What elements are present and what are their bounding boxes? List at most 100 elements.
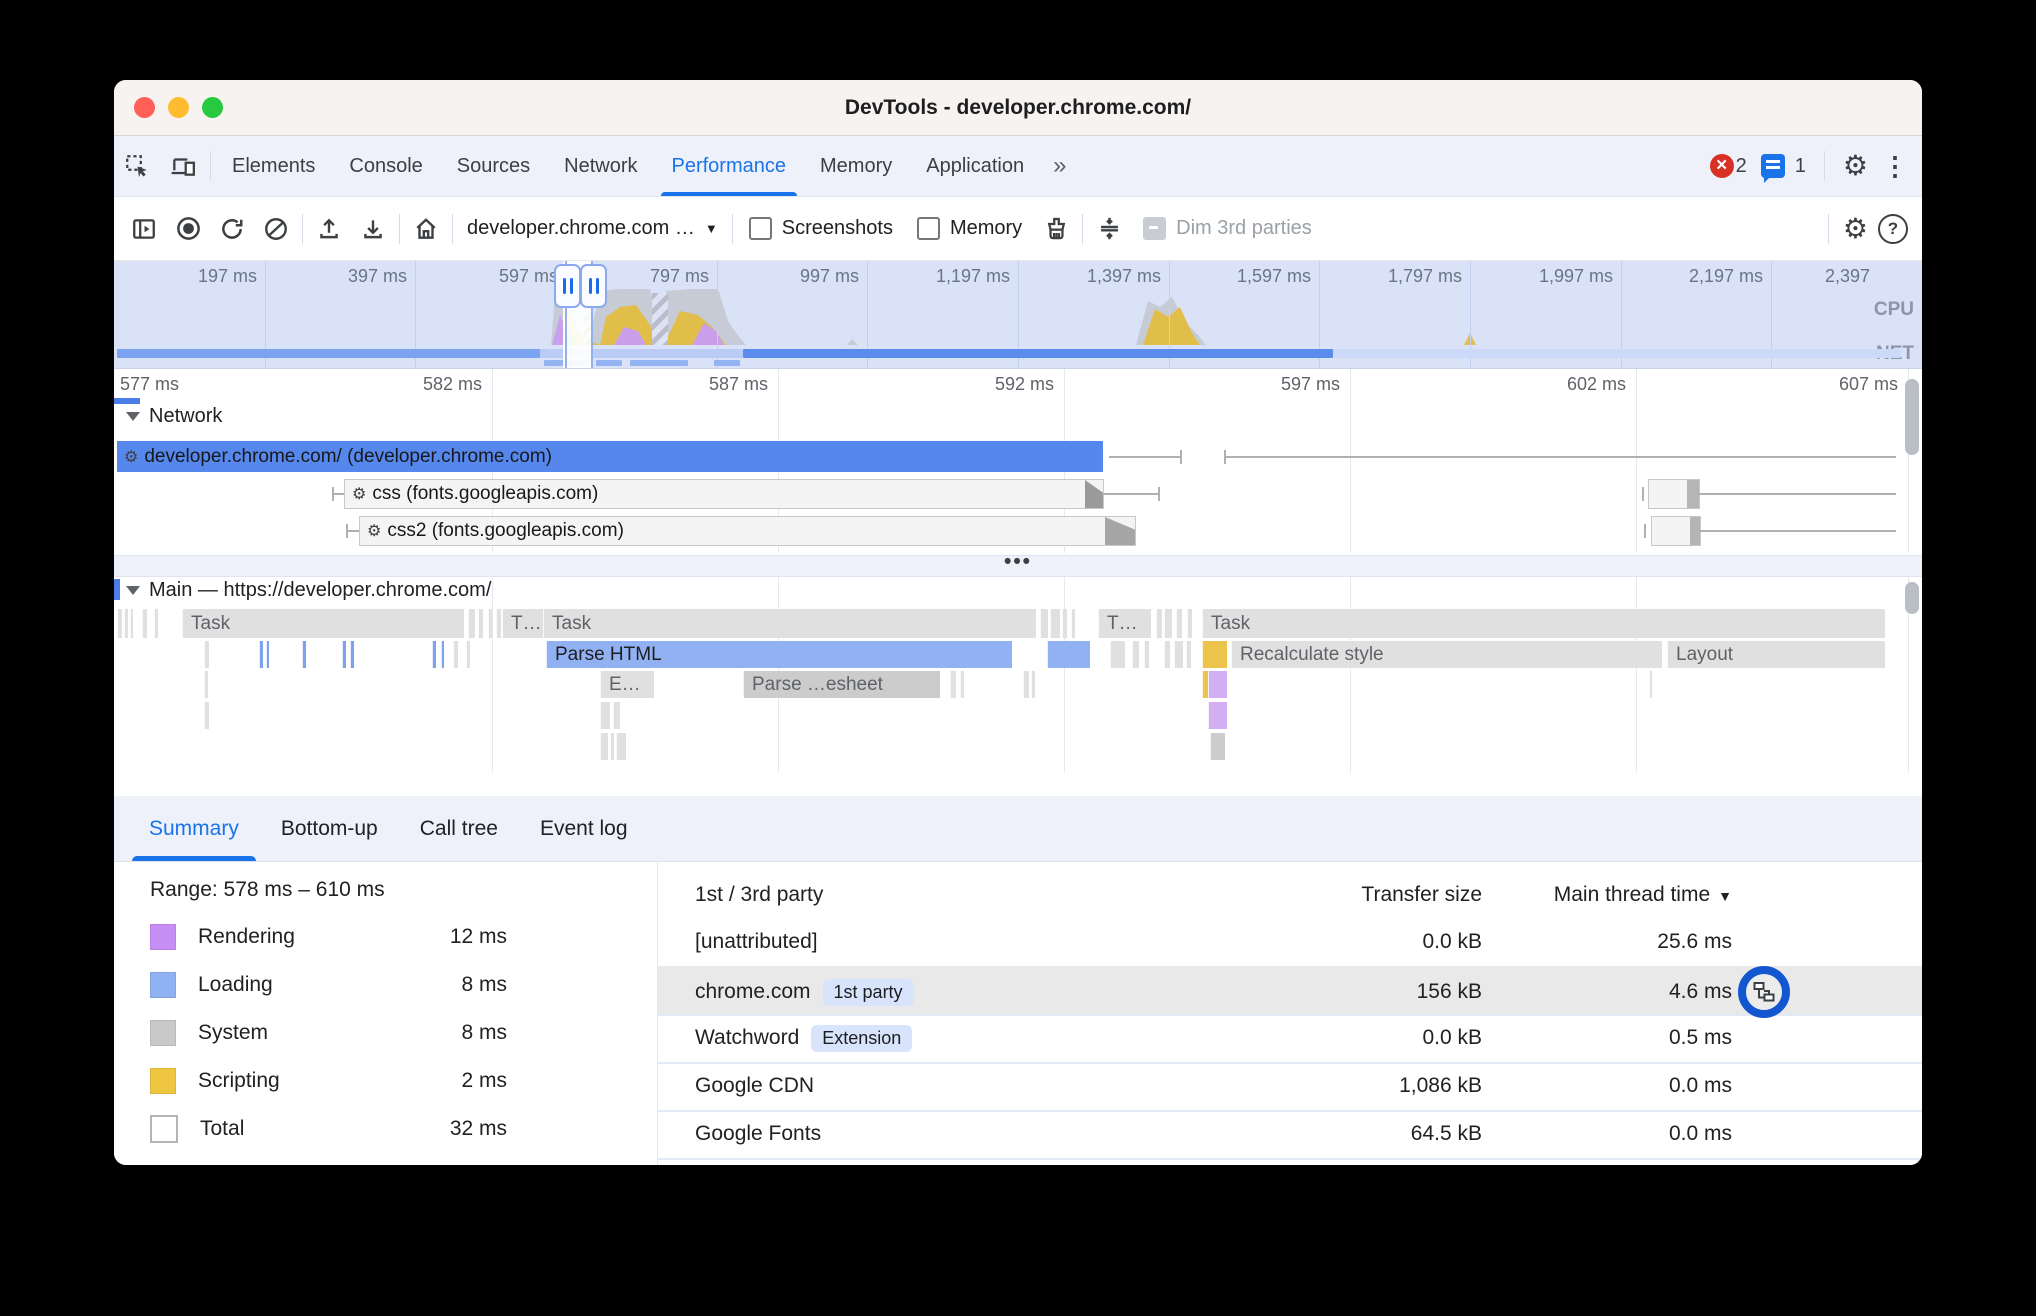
flame-bar[interactable]: Layout xyxy=(1667,641,1885,668)
right-selection-handle[interactable] xyxy=(580,264,607,308)
error-icon: × xyxy=(1710,154,1734,178)
vertical-scrollbar-thumb[interactable] xyxy=(1905,379,1919,455)
legend-label: Scripting xyxy=(198,1069,280,1093)
tab-elements[interactable]: Elements xyxy=(215,136,332,196)
network-track-header[interactable]: Network xyxy=(126,405,222,428)
column-main-thread-time[interactable]: Main thread time▼ xyxy=(1482,883,1732,907)
tab-performance[interactable]: Performance xyxy=(655,136,804,196)
party-name-text: [unattributed] xyxy=(695,930,818,954)
inspect-element-button[interactable] xyxy=(114,144,160,188)
party-table-row[interactable]: Google CDN1,086 kB0.0 ms xyxy=(658,1062,1922,1112)
main-thread-time-value: 0.0 ms xyxy=(1482,1074,1732,1098)
tab-sources[interactable]: Sources xyxy=(440,136,547,196)
legend-label: Total xyxy=(200,1117,244,1141)
request-bar[interactable]: ⚙css (fonts.googleapis.com) xyxy=(344,479,1104,509)
highlighted-flamechart-button[interactable] xyxy=(1738,966,1790,1018)
timeline-overview[interactable]: CPU NET 197 ms397 ms597 ms797 ms997 ms1,… xyxy=(114,261,1922,369)
help-icon[interactable]: ? xyxy=(1878,214,1908,244)
tab-network[interactable]: Network xyxy=(547,136,654,196)
collapse-triangle-icon xyxy=(126,586,140,595)
upload-profile-button[interactable] xyxy=(307,207,351,251)
flame-bar xyxy=(204,641,209,668)
vertical-scrollbar-thumb[interactable] xyxy=(1905,582,1919,614)
party-table-row[interactable]: Google Fonts64.5 kB0.0 ms xyxy=(658,1110,1922,1160)
column-transfer-size[interactable]: Transfer size xyxy=(1242,883,1482,907)
flame-bar[interactable]: Task xyxy=(1202,609,1885,638)
tab-memory[interactable]: Memory xyxy=(803,136,909,196)
party-table-row[interactable]: WatchwordExtension0.0 kB0.5 ms xyxy=(658,1014,1922,1064)
flame-bar[interactable]: Parse HTML xyxy=(546,641,1012,668)
party-name: [unattributed] xyxy=(658,930,1242,954)
settings-gear-icon[interactable]: ⚙ xyxy=(1843,152,1868,180)
tab-console[interactable]: Console xyxy=(332,136,439,196)
toggle-device-toolbar-button[interactable] xyxy=(160,144,206,188)
flame-bar xyxy=(468,609,475,638)
record-button[interactable] xyxy=(166,207,210,251)
zoom-window-button[interactable] xyxy=(202,97,223,118)
legend-value: 8 ms xyxy=(307,1016,507,1050)
request-bar[interactable]: ⚙developer.chrome.com/ (developer.chrome… xyxy=(117,441,1103,472)
left-selection-handle[interactable] xyxy=(554,264,581,308)
network-request-row: ⚙developer.chrome.com/ (developer.chrome… xyxy=(114,441,1922,472)
issues-indicator[interactable]: 1 xyxy=(1761,154,1806,178)
reload-icon xyxy=(219,216,245,242)
divider xyxy=(1082,214,1083,244)
devtools-window: DevTools - developer.chrome.com/ Element… xyxy=(114,80,1922,1165)
drawer-tab-call-tree[interactable]: Call tree xyxy=(399,796,519,861)
overview-tick-label: 997 ms xyxy=(699,266,859,287)
screenshots-checkbox[interactable]: Screenshots xyxy=(737,217,905,240)
request-bar[interactable]: ⚙css2 (fonts.googleapis.com) xyxy=(359,516,1136,546)
clear-recording-button[interactable] xyxy=(254,207,298,251)
duration-whisker xyxy=(1102,493,1158,495)
main-track-header[interactable]: Main — https://developer.chrome.com/ xyxy=(126,579,491,602)
gear-icon: ⚙ xyxy=(352,484,366,504)
divider xyxy=(210,151,211,181)
ruler-tick-label: 587 ms xyxy=(608,374,768,395)
party-badge: Extension xyxy=(811,1025,912,1052)
capture-settings-gear-icon[interactable]: ⚙ xyxy=(1843,215,1868,243)
flame-bar[interactable]: T… xyxy=(1098,609,1151,638)
legend-row: Total32 ms xyxy=(150,1112,637,1146)
column-party[interactable]: 1st / 3rd party xyxy=(658,883,1242,907)
flame-bar xyxy=(1208,702,1227,729)
dim-3rd-parties-checkbox[interactable]: Dim 3rd parties xyxy=(1131,217,1324,240)
collapse-tracks-button[interactable] xyxy=(1087,207,1131,251)
record-and-reload-button[interactable] xyxy=(210,207,254,251)
tab-application[interactable]: Application xyxy=(909,136,1041,196)
party-name: Google Fonts xyxy=(658,1122,1242,1146)
legend-swatch xyxy=(150,1020,176,1046)
collect-garbage-button[interactable] xyxy=(1034,207,1078,251)
memory-checkbox[interactable]: Memory xyxy=(905,217,1034,240)
drawer-tab-bottom-up[interactable]: Bottom-up xyxy=(260,796,399,861)
track-splitter[interactable]: ••• xyxy=(114,555,1922,577)
minimize-window-button[interactable] xyxy=(168,97,189,118)
flame-bar[interactable]: Parse …esheet xyxy=(743,671,940,698)
flame-bar xyxy=(1023,671,1029,698)
flame-bar[interactable]: E… xyxy=(600,671,654,698)
network-request-row: ⚙css2 (fonts.googleapis.com) xyxy=(114,516,1922,546)
flame-bar[interactable]: Task xyxy=(182,609,464,638)
flame-bar[interactable]: T… xyxy=(502,609,545,638)
close-window-button[interactable] xyxy=(134,97,155,118)
legend-row: System8 ms xyxy=(150,1016,637,1050)
download-profile-button[interactable] xyxy=(351,207,395,251)
flame-bar xyxy=(453,641,458,668)
cpu-track-label: CPU xyxy=(1874,299,1914,321)
flame-bar xyxy=(117,609,122,638)
flame-bar[interactable]: Recalculate style xyxy=(1231,641,1662,668)
ruler-tick-label: 582 ms xyxy=(322,374,482,395)
party-table-row[interactable]: [unattributed]0.0 kB25.6 ms xyxy=(658,918,1922,968)
kebab-menu-icon[interactable]: ⋮ xyxy=(1882,151,1908,182)
console-errors-indicator[interactable]: × 2 xyxy=(1710,154,1747,178)
net-activity-bar xyxy=(714,360,740,366)
drawer-tab-summary[interactable]: Summary xyxy=(128,796,260,861)
legend-swatch xyxy=(150,1115,178,1143)
overview-tick-label: 1,397 ms xyxy=(1001,266,1161,287)
flame-bar[interactable]: Task xyxy=(543,609,1036,638)
home-button[interactable] xyxy=(404,207,448,251)
more-tabs-button[interactable]: » xyxy=(1041,152,1078,180)
drawer-tab-event-log[interactable]: Event log xyxy=(519,796,649,861)
toggle-sidebar-button[interactable] xyxy=(122,207,166,251)
history-dropdown[interactable]: developer.chrome.com … ▼ xyxy=(457,217,728,240)
party-table-row[interactable]: chrome.com1st party156 kB4.6 ms xyxy=(658,966,1922,1016)
